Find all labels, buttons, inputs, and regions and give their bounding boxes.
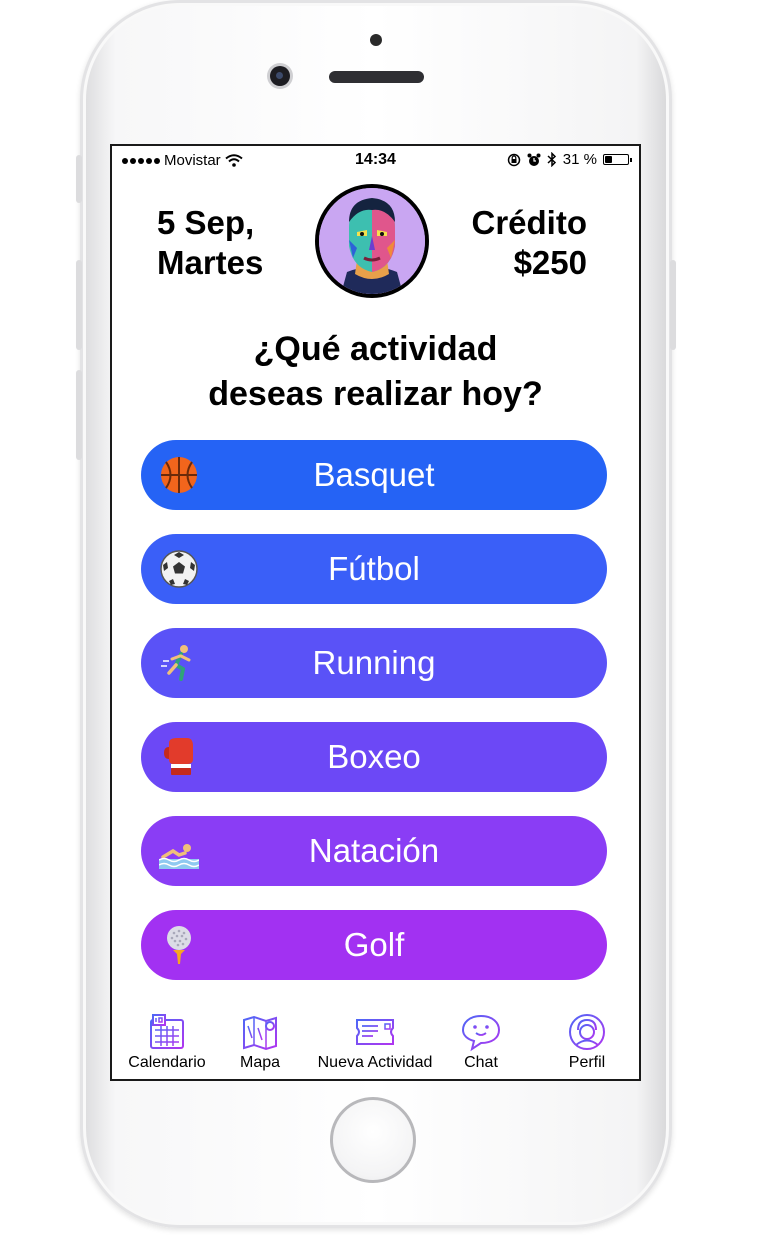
app-screen: Movistar 14:34 31 % 5 Sep, Martes Crédit… xyxy=(112,146,639,1079)
activity-label: Boxeo xyxy=(327,738,421,775)
tab-chat[interactable]: Chat xyxy=(456,1008,506,1072)
question-line-1: ¿Qué actividad xyxy=(253,330,498,368)
activity-button-natacion[interactable]: Natación xyxy=(141,816,607,886)
activity-button-basquet[interactable]: Basquet xyxy=(141,440,607,510)
activity-button-boxeo[interactable]: Boxeo xyxy=(141,722,607,792)
power-button xyxy=(670,260,676,350)
battery-icon xyxy=(603,154,632,165)
tab-calendario[interactable]: Calendario xyxy=(124,1008,210,1072)
credit-label: Crédito xyxy=(471,204,588,241)
map-icon xyxy=(243,1015,277,1051)
chat-bubble-icon xyxy=(461,1014,501,1052)
battery-percentage: 31 % xyxy=(562,151,597,168)
date-weekday: Martes xyxy=(157,244,264,281)
activity-button-running[interactable]: Running xyxy=(141,628,607,698)
calendar-icon xyxy=(150,1014,184,1049)
front-camera xyxy=(270,66,290,86)
system-indicators: 31 % xyxy=(507,151,632,168)
activity-label: Natación xyxy=(308,832,440,869)
activity-button-golf[interactable]: Golf xyxy=(141,910,607,980)
tab-label: Perfil xyxy=(568,1054,606,1071)
activity-question: ¿Qué actividad deseas realizar hoy? xyxy=(112,327,639,417)
credit-balance: Crédito $250 xyxy=(437,203,588,283)
tab-label: Mapa xyxy=(239,1054,281,1071)
tab-nueva-actividad[interactable]: Nueva Actividad xyxy=(310,1008,440,1072)
earpiece-speaker xyxy=(329,71,424,83)
tab-label: Chat xyxy=(464,1054,498,1071)
activity-label: Running xyxy=(312,644,436,681)
status-bar: Movistar 14:34 31 % xyxy=(112,146,639,174)
rotation-lock-icon xyxy=(507,153,521,166)
current-date: 5 Sep, Martes xyxy=(157,203,307,283)
date-day: 5 Sep, xyxy=(157,204,255,241)
tab-mapa[interactable]: Mapa xyxy=(229,1008,291,1072)
silent-switch xyxy=(76,155,82,203)
activity-label: Fútbol xyxy=(328,550,420,587)
ticket-icon xyxy=(356,1019,394,1045)
alarm-icon xyxy=(527,153,541,166)
tab-label: Calendario xyxy=(128,1054,206,1071)
activity-button-futbol[interactable]: Fútbol xyxy=(141,534,607,604)
proximity-sensor xyxy=(370,34,382,46)
question-line-2: deseas realizar hoy? xyxy=(208,375,543,413)
battery-level xyxy=(605,156,613,163)
activity-label: Golf xyxy=(343,926,405,963)
activity-label: Basquet xyxy=(313,456,435,493)
volume-down-button xyxy=(76,370,82,460)
user-avatar[interactable] xyxy=(315,184,429,298)
credit-amount: $250 xyxy=(513,244,587,281)
avatar-portrait-image xyxy=(319,188,425,294)
tab-perfil[interactable]: Perfil xyxy=(559,1008,615,1072)
profile-icon xyxy=(569,1014,605,1050)
volume-up-button xyxy=(76,260,82,350)
tab-label: Nueva Actividad xyxy=(317,1054,433,1071)
home-button[interactable] xyxy=(330,1097,416,1183)
bluetooth-icon xyxy=(547,152,556,167)
bottom-tab-bar: Calendario Mapa Nueva Actividad Chat Per… xyxy=(112,1008,639,1079)
